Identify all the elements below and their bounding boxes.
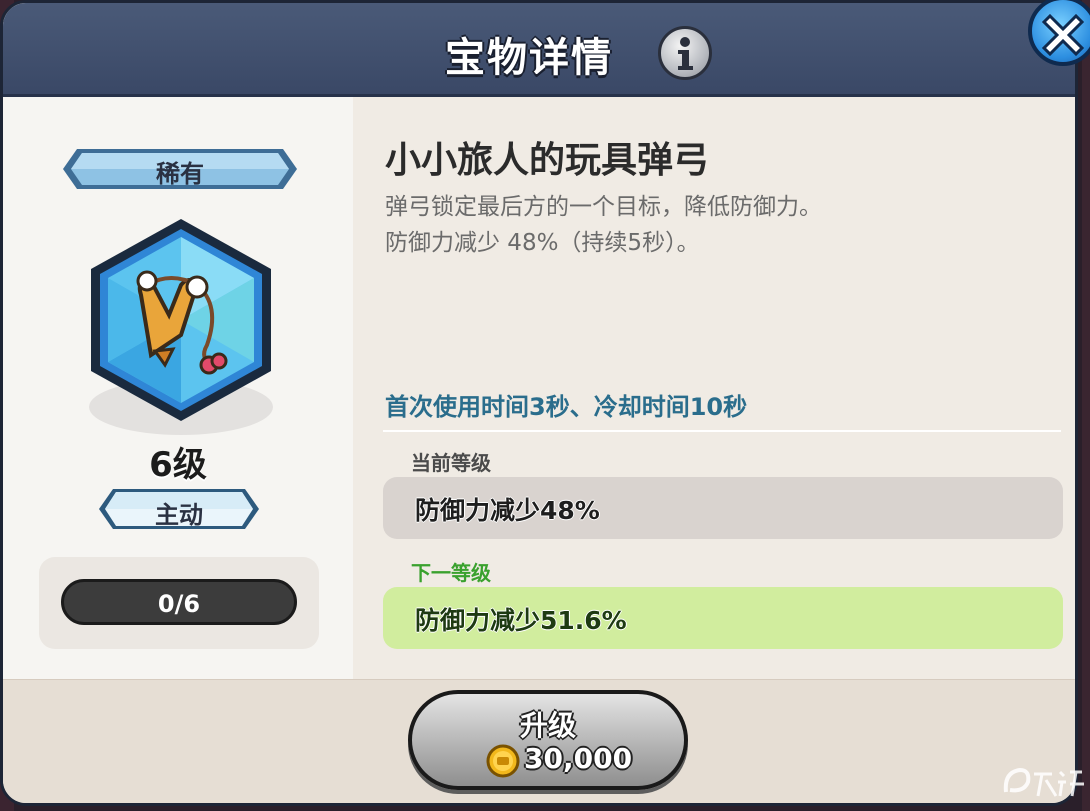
next-level-box: 防御力减少51.6% [383,587,1063,649]
close-icon[interactable] [1028,0,1090,66]
skill-detail-panel: 小小旅人的玩具弹弓 弹弓锁定最后方的一个目标，降低防御力。 防御力减少 48%（… [353,97,1075,679]
current-level-box: 防御力减少48% [383,477,1063,539]
dialog-title: 宝物详情 [445,35,613,81]
upgrade-button[interactable]: 升级 30,000 [408,690,688,790]
current-level-value: 防御力减少48% [415,496,600,525]
backdrop-right [1082,0,1090,811]
cooldown-text: 首次使用时间3秒、冷却时间10秒 [385,393,748,421]
next-level-value: 防御力减少51.6% [415,606,627,635]
skill-type-label: 主动 [155,501,203,529]
skill-description-line: 弹弓锁定最后方的一个目标，降低防御力。 [385,194,822,220]
shard-progress-text: 0/6 [157,590,201,618]
skill-name: 小小旅人的玩具弹弓 [385,140,710,181]
info-icon[interactable] [658,26,712,80]
next-level-label: 下一等级 [411,561,491,585]
upgrade-cost: 30,000 [524,742,633,775]
type-ribbon: 主动 [99,487,259,531]
9you-logo [1003,767,1084,797]
dialog-header: 宝物详情 [3,3,1075,97]
slingshot-icon [81,215,281,445]
rarity-ribbon: 稀有 [63,147,297,191]
gold-coin-icon [486,744,520,778]
shard-progress-container: 0/6 [39,557,319,649]
skill-description-line: 防御力减少 48%（持续5秒）。 [385,230,700,256]
rarity-label: 稀有 [156,160,204,188]
shard-progress-bar: 0/6 [61,579,297,625]
divider [383,430,1061,432]
treasure-level: 6级 [149,445,207,485]
current-level-label: 当前等级 [411,451,491,475]
treasure-overview-panel: 稀有 6级 主动 0/6 [3,97,353,679]
upgrade-label: 升级 [519,709,576,742]
dialog-footer: 升级 30,000 [3,679,1075,803]
skill-description: 弹弓锁定最后方的一个目标，降低防御力。 防御力减少 48%（持续5秒）。 [385,189,822,261]
treasure-detail-dialog: 宝物详情 稀有 6级 主动 0/6 小小旅人的玩具弹弓 弹弓锁定最后方的一个目标… [0,0,1078,806]
